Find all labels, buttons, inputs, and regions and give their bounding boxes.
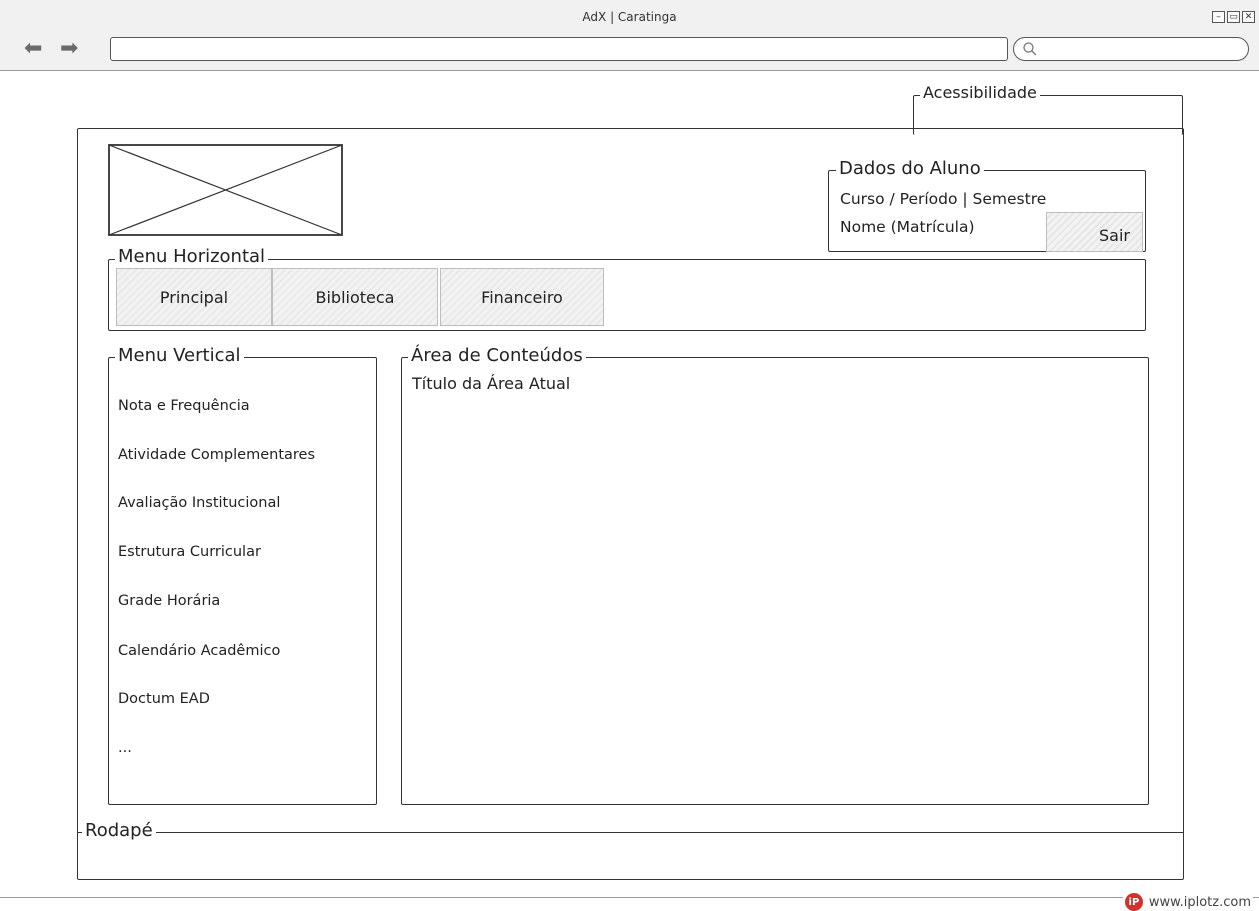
tab-financeiro[interactable]: Financeiro bbox=[440, 268, 604, 326]
content-area bbox=[401, 357, 1149, 805]
logout-button-label: Sair bbox=[1099, 226, 1130, 245]
address-bar[interactable] bbox=[110, 37, 1008, 61]
student-data-legend: Dados do Aluno bbox=[836, 158, 984, 179]
vertical-menu-item[interactable]: Avaliação Institucional bbox=[118, 495, 280, 511]
student-name-text: Nome (Matrícula) bbox=[840, 218, 975, 236]
footer-legend: Rodapé bbox=[82, 820, 156, 841]
iplotz-logo-icon: iP bbox=[1124, 893, 1143, 911]
course-period-text: Curso / Período | Semestre bbox=[840, 190, 1047, 208]
window-title: AdX | Caratinga bbox=[582, 10, 677, 24]
tab-principal[interactable]: Principal bbox=[116, 268, 272, 326]
search-icon bbox=[1023, 42, 1037, 56]
logout-button[interactable]: Sair bbox=[1046, 212, 1143, 252]
maximize-icon[interactable]: ▭ bbox=[1227, 11, 1240, 23]
vertical-menu-legend: Menu Vertical bbox=[115, 345, 244, 366]
accessibility-label[interactable]: Acessibilidade bbox=[920, 83, 1040, 102]
watermark-text: www.iplotz.com bbox=[1148, 894, 1251, 910]
vertical-menu-item[interactable]: Estrutura Curricular bbox=[118, 544, 261, 560]
vertical-menu-item[interactable]: Nota e Frequência bbox=[118, 398, 250, 414]
vertical-menu-item[interactable]: Atividade Complementares bbox=[118, 447, 315, 463]
vertical-menu-item[interactable]: Doctum EAD bbox=[118, 691, 210, 707]
tab-financeiro-label: Financeiro bbox=[481, 287, 563, 307]
iplotz-watermark: iP www.iplotz.com bbox=[1122, 893, 1253, 911]
status-bar-line bbox=[0, 897, 1259, 898]
tab-principal-label: Principal bbox=[159, 287, 229, 307]
vertical-menu-item[interactable]: Grade Horária bbox=[118, 593, 220, 609]
vertical-menu bbox=[108, 357, 377, 805]
back-arrow-icon[interactable]: ⬅ bbox=[24, 38, 42, 60]
search-input[interactable] bbox=[1013, 37, 1249, 61]
horizontal-menu-legend: Menu Horizontal bbox=[115, 246, 269, 267]
content-area-legend: Área de Conteúdos bbox=[408, 345, 586, 366]
forward-arrow-icon[interactable]: ➡ bbox=[60, 38, 78, 60]
footer-divider bbox=[77, 832, 1184, 833]
current-area-title: Título da Área Atual bbox=[412, 374, 571, 393]
minimize-icon[interactable]: – bbox=[1212, 11, 1225, 23]
close-icon[interactable]: ✕ bbox=[1242, 11, 1255, 23]
vertical-menu-item[interactable]: Calendário Acadêmico bbox=[118, 643, 280, 659]
tab-biblioteca-label: Biblioteca bbox=[315, 287, 395, 307]
logo-placeholder bbox=[108, 144, 343, 236]
tab-biblioteca[interactable]: Biblioteca bbox=[272, 268, 438, 326]
vertical-menu-item[interactable]: ... bbox=[118, 740, 132, 756]
browser-chrome: AdX | Caratinga – ▭ ✕ ⬅ ➡ bbox=[0, 0, 1259, 71]
window-controls: – ▭ ✕ bbox=[1212, 11, 1255, 23]
